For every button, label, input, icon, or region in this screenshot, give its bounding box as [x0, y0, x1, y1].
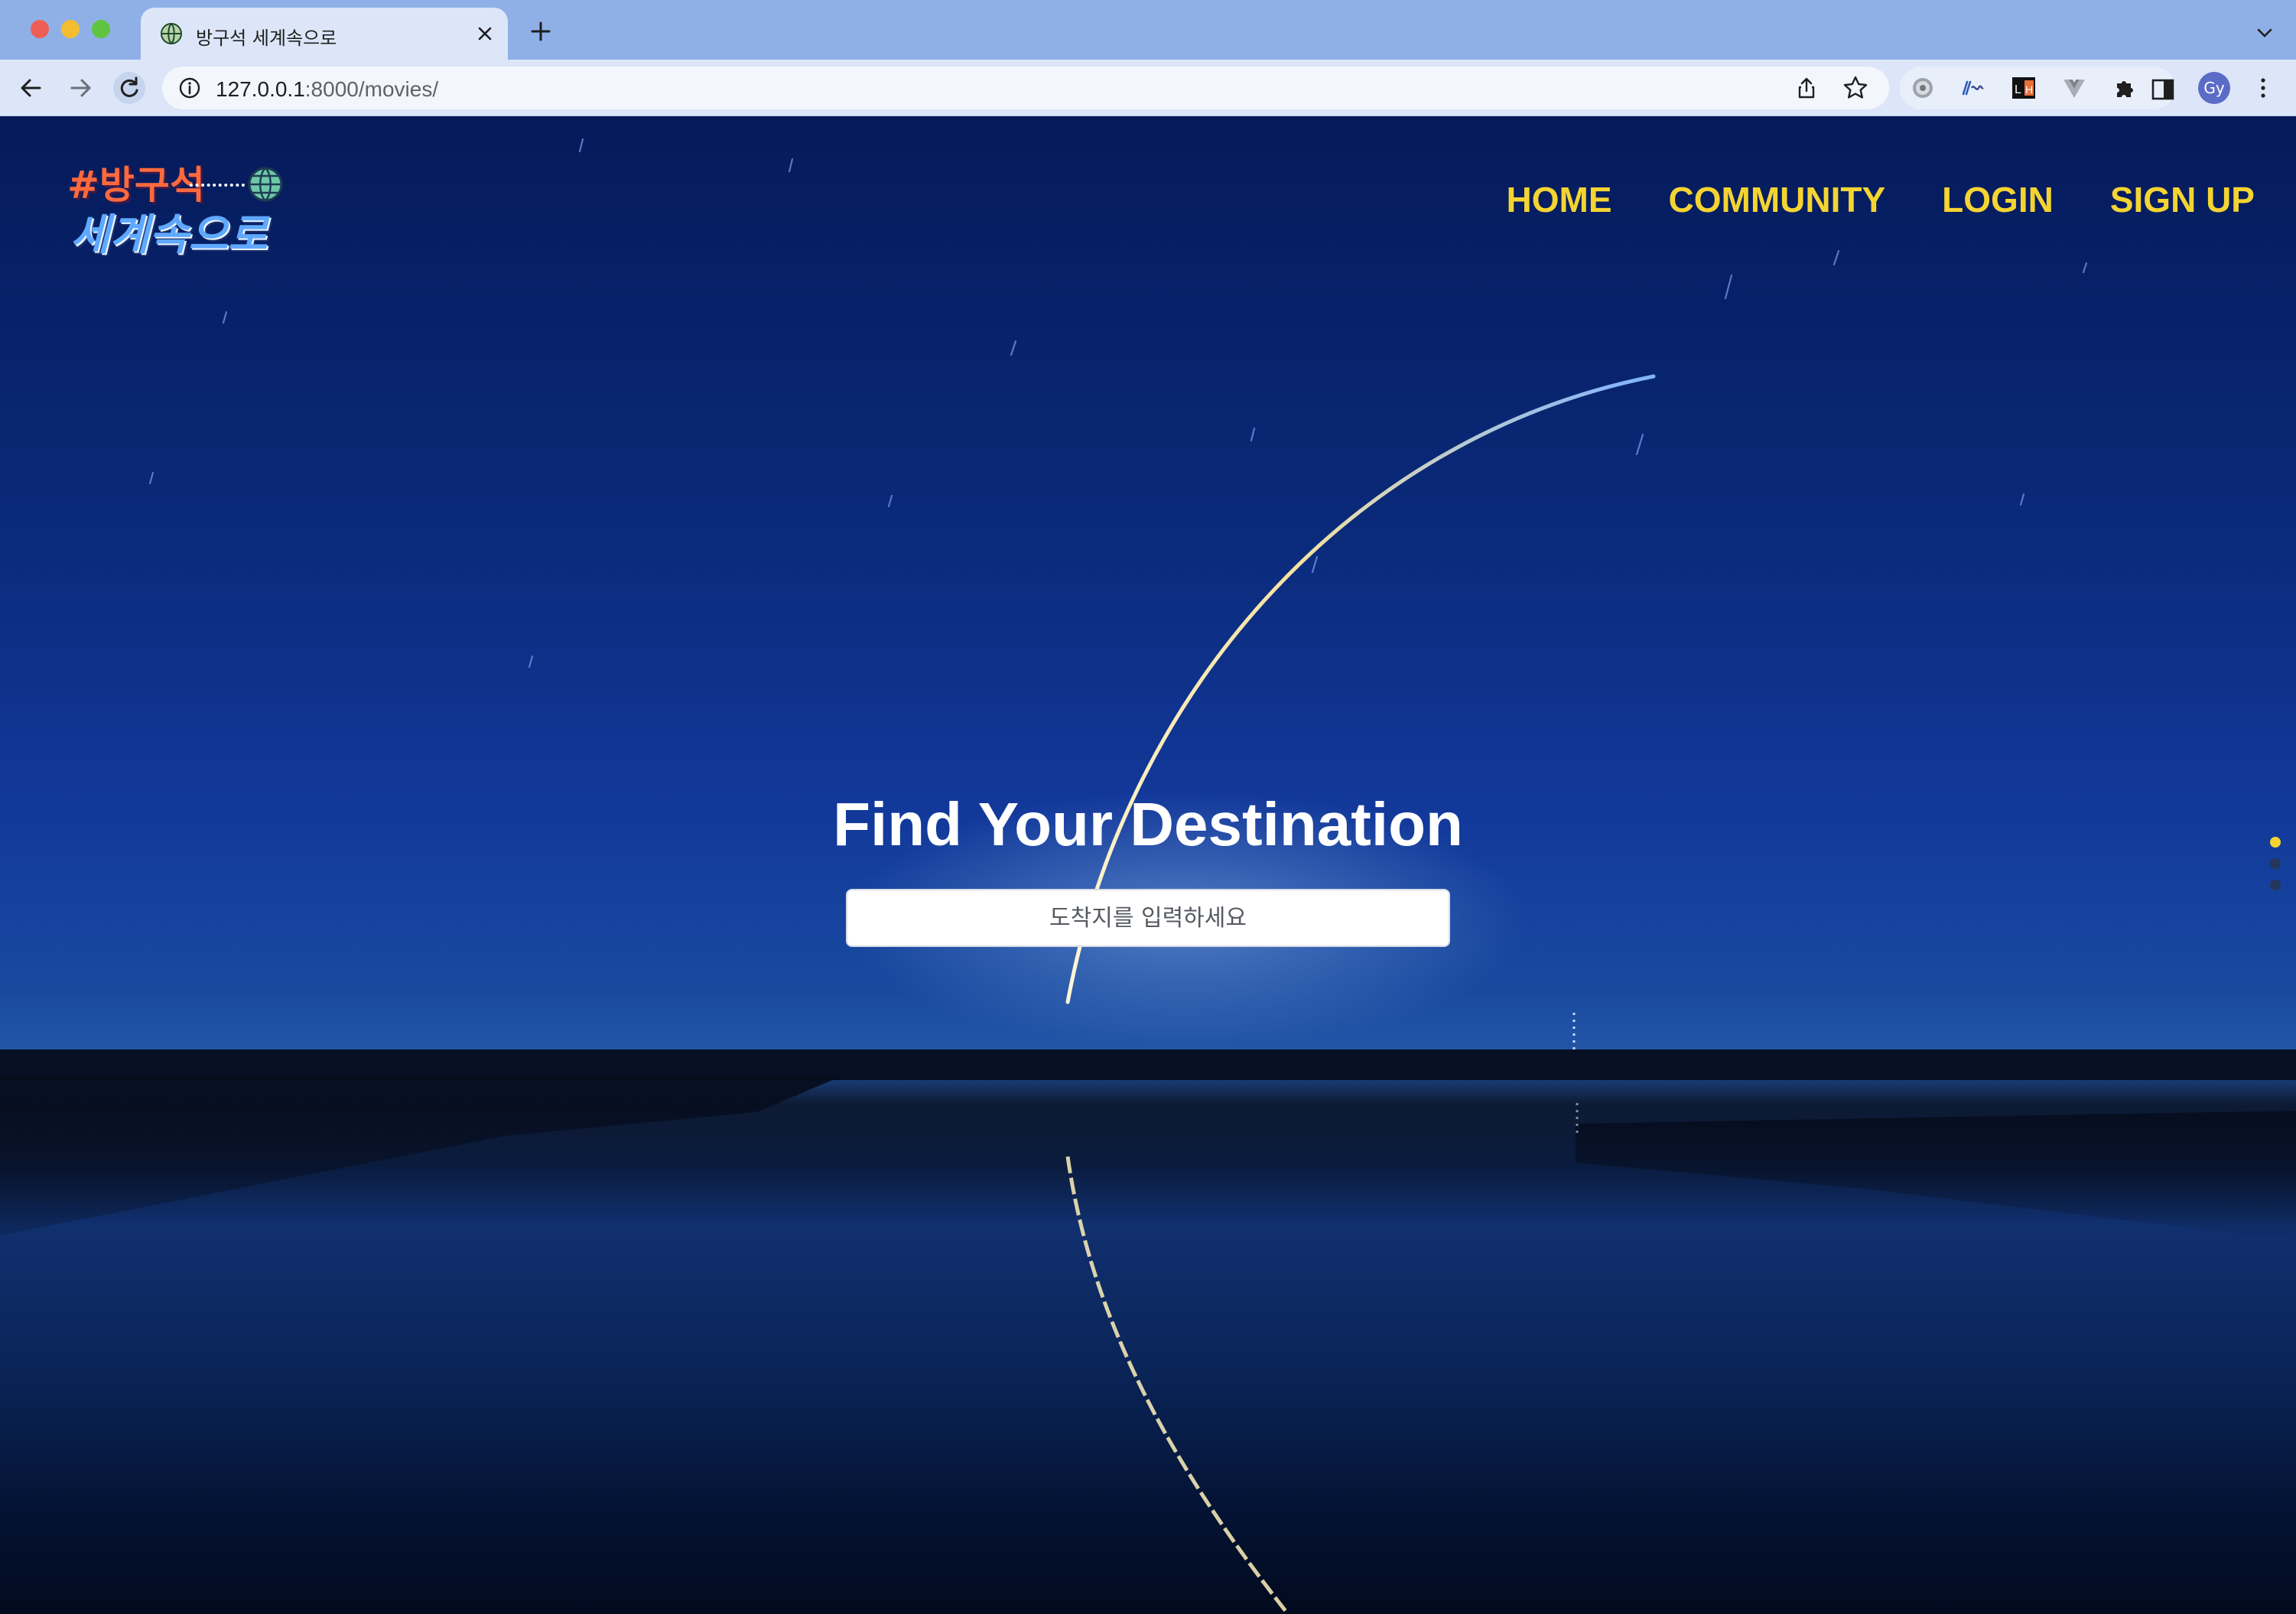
destination-search-input[interactable]	[846, 889, 1450, 947]
lh-ext-icon[interactable]: L H	[2010, 74, 2037, 102]
slide-dot-2[interactable]	[2270, 858, 2281, 869]
tab-title: 방구석 세계속으로	[196, 28, 337, 49]
window-close-button[interactable]	[31, 20, 49, 38]
globe-favicon-icon	[161, 23, 182, 44]
nav-home-link[interactable]: HOME	[1507, 179, 1612, 220]
slide-dot-1[interactable]	[2270, 837, 2281, 848]
puzzle-icon[interactable]	[2111, 74, 2138, 102]
profile-avatar[interactable]: Gy	[2198, 72, 2230, 104]
site-logo[interactable]: #방구석 세계속으로	[67, 155, 289, 269]
nav-signup-link[interactable]: SIGN UP	[2110, 179, 2255, 220]
logo-dotted-line	[190, 184, 245, 187]
url-text: 127.0.0.1:8000/movies/	[216, 77, 438, 102]
reload-icon[interactable]	[113, 72, 145, 104]
slide-pagination	[2270, 837, 2281, 890]
rocket-trail-reflection	[1065, 1156, 1289, 1614]
nav-community-link[interactable]: COMMUNITY	[1669, 179, 1886, 220]
globe-icon	[248, 167, 283, 202]
window-zoom-button[interactable]	[92, 20, 110, 38]
logo-text-line2: 세계속으로	[70, 210, 268, 260]
slide-dot-3[interactable]	[2270, 880, 2281, 890]
window-minimize-button[interactable]	[61, 20, 80, 38]
browser-tab-active[interactable]: 방구석 세계속으로	[141, 8, 508, 60]
background-scene	[148, 138, 2088, 1614]
address-bar[interactable]: 127.0.0.1:8000/movies/	[162, 67, 1889, 109]
nav-login-link[interactable]: LOGIN	[1942, 179, 2054, 220]
close-tab-icon[interactable]	[473, 21, 497, 46]
wave-ext-icon[interactable]	[1959, 74, 1987, 102]
browser-toolbar: 127.0.0.1:8000/movies/ L H Gy	[0, 60, 2296, 116]
site-info-icon[interactable]	[177, 76, 202, 100]
svg-text:H: H	[2025, 83, 2033, 96]
chevron-down-icon[interactable]	[2253, 21, 2276, 44]
svg-text:L: L	[2015, 83, 2021, 96]
kebab-menu-icon[interactable]	[2252, 75, 2275, 101]
bookmark-star-icon[interactable]	[1842, 74, 1869, 102]
url-path: :8000/movies/	[304, 77, 439, 101]
extensions-area: L H	[1900, 67, 2175, 109]
browser-titlebar: 방구석 세계속으로	[0, 0, 2296, 60]
back-arrow-icon[interactable]	[15, 72, 47, 104]
forward-arrow-icon[interactable]	[64, 72, 96, 104]
side-panel-icon[interactable]	[2151, 78, 2175, 101]
share-icon[interactable]	[1794, 76, 1819, 100]
hero-title: Find Your Destination	[833, 790, 1463, 858]
page-viewport: #방구석 세계속으로 HOME COMMUNITY LOGIN SIGN UP …	[0, 116, 2296, 1614]
url-host: 127.0.0.1	[216, 77, 305, 101]
vue-ext-icon[interactable]	[2060, 74, 2088, 102]
settings-ext-icon[interactable]	[1909, 74, 1937, 102]
new-tab-icon[interactable]	[528, 18, 554, 44]
main-nav: HOME COMMUNITY LOGIN SIGN UP	[1507, 179, 2255, 220]
